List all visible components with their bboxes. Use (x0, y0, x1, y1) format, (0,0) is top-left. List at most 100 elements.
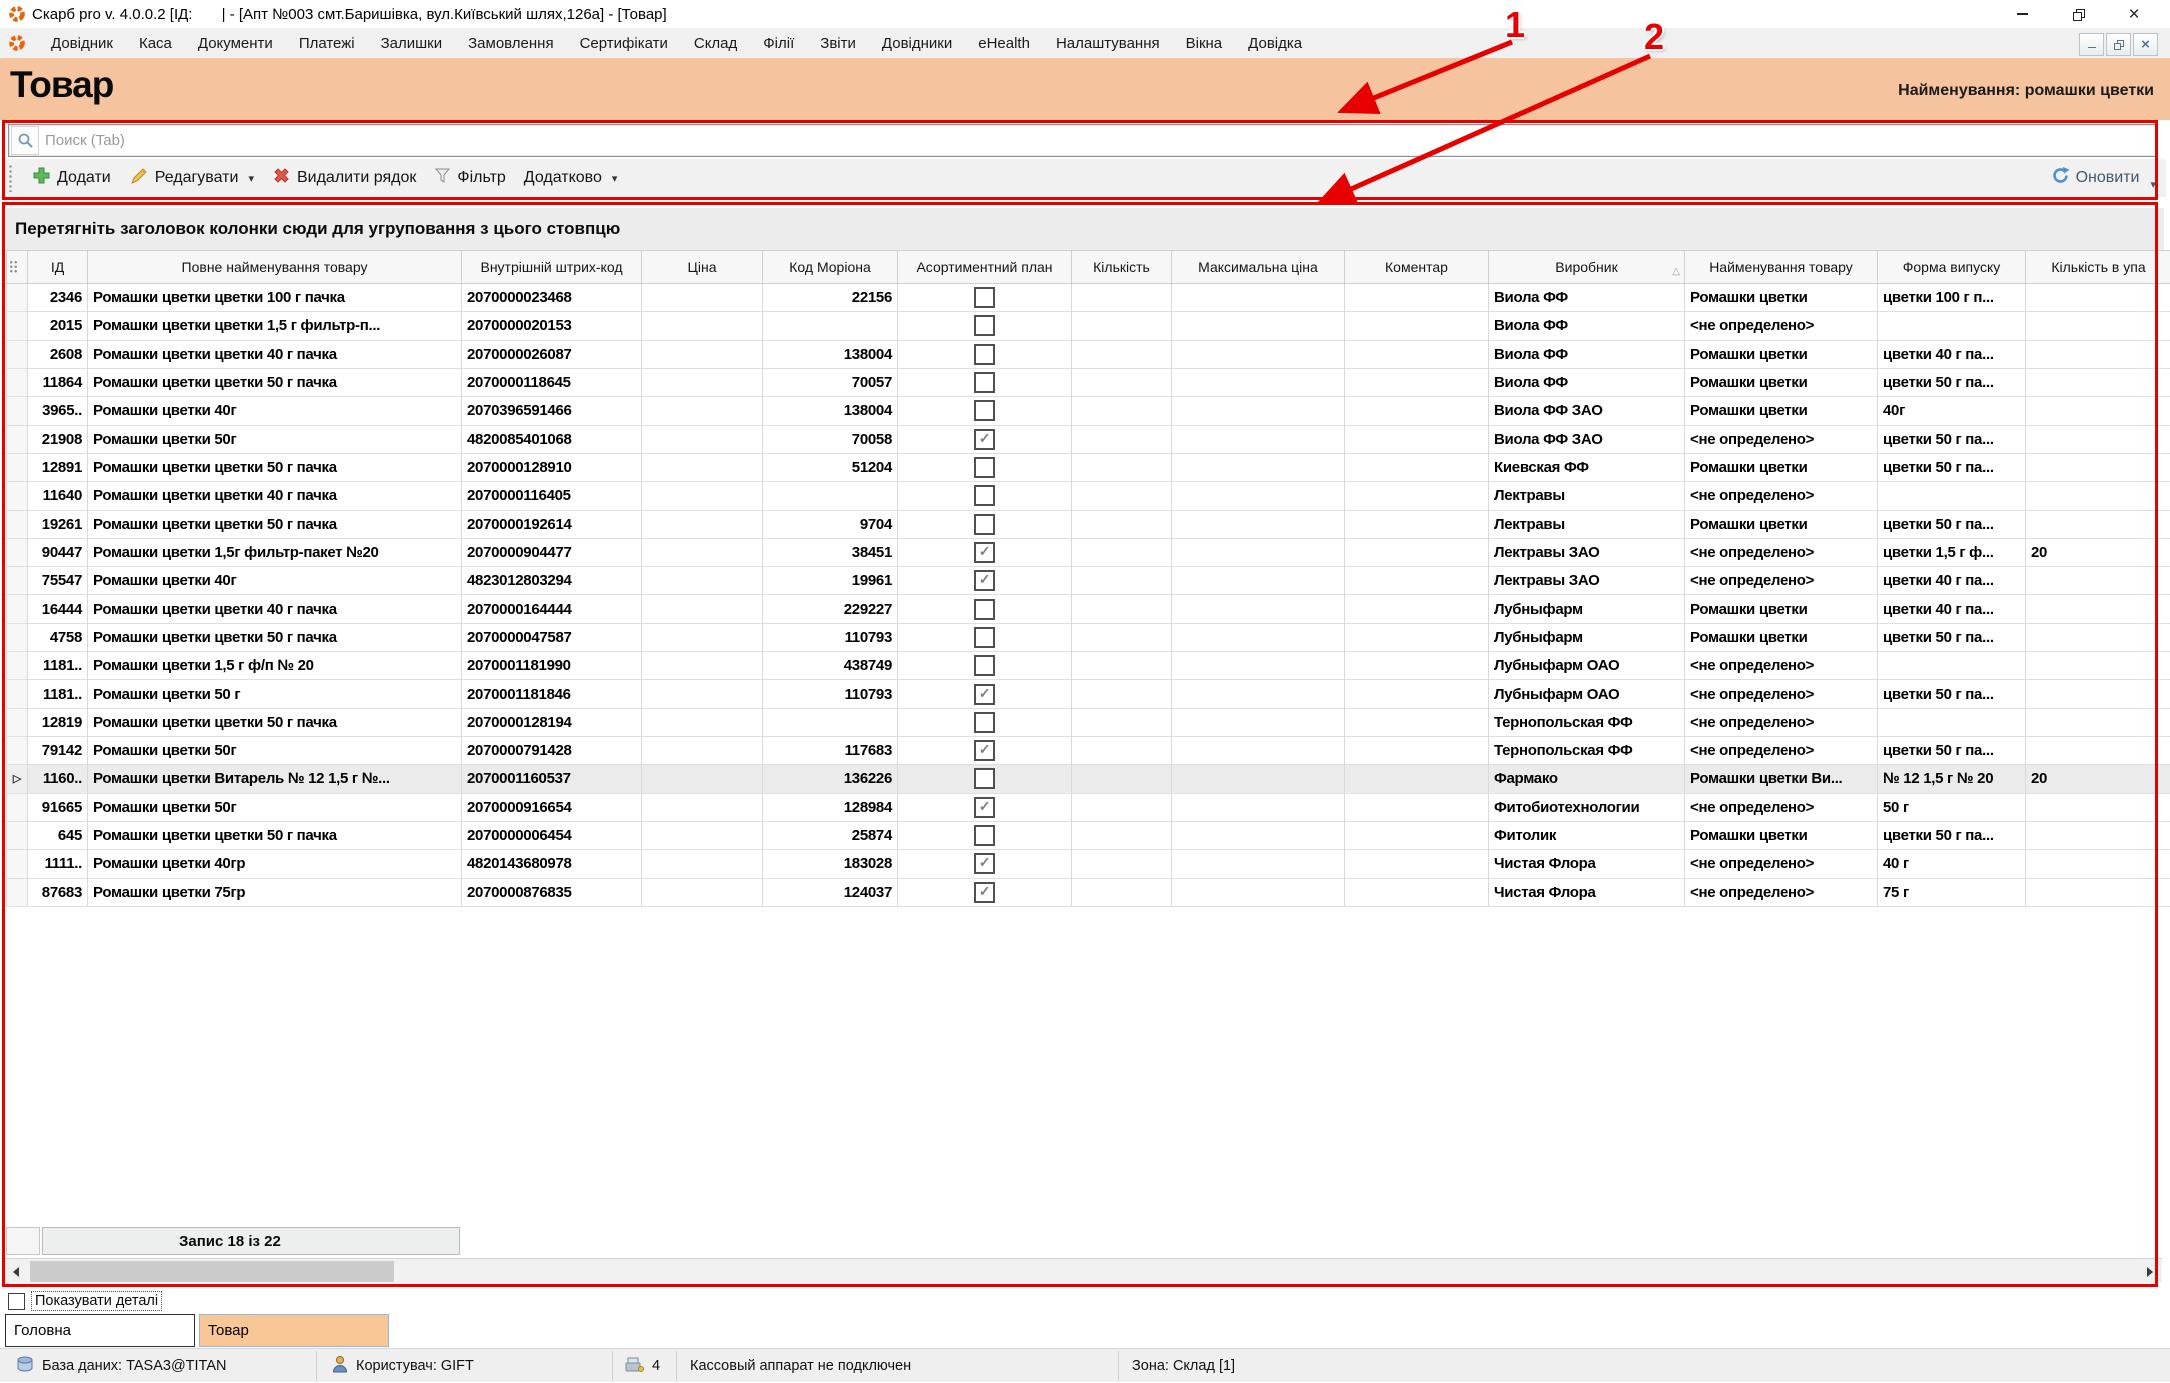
assortment-plan-checkbox[interactable] (974, 768, 995, 789)
menu-item[interactable]: Довідник (38, 35, 126, 52)
assortment-plan-checkbox[interactable] (974, 627, 995, 648)
horizontal-scrollbar[interactable] (4, 1258, 2162, 1283)
column-header[interactable]: Повне найменування товару (88, 250, 462, 284)
assortment-plan-checkbox[interactable] (974, 344, 995, 365)
menu-item[interactable]: Залишки (368, 35, 456, 52)
column-header-label: Виробник (1555, 259, 1617, 275)
table-row[interactable]: 91665Ромашки цветки 50г20700009166541289… (6, 794, 2170, 822)
table-row[interactable]: 12891Ромашки цветки цветки 50 г пачка207… (6, 454, 2170, 482)
search-input[interactable] (39, 125, 2157, 156)
table-row[interactable]: 4758Ромашки цветки цветки 50 г пачка2070… (6, 624, 2170, 652)
table-row[interactable]: 2346Ромашки цветки цветки 100 г пачка207… (6, 284, 2170, 312)
assortment-plan-checkbox[interactable] (974, 457, 995, 478)
assortment-plan-checkbox[interactable] (974, 429, 995, 450)
table-row[interactable]: 1111..Ромашки цветки 40гр482014368097818… (6, 850, 2170, 878)
column-header[interactable]: Внутрішній штрих-код (462, 250, 642, 284)
assortment-plan-checkbox[interactable] (974, 287, 995, 308)
mdi-close-button[interactable]: × (2133, 33, 2158, 56)
scrollbar-thumb[interactable] (30, 1261, 394, 1282)
column-header[interactable]: Форма випуску (1878, 250, 2026, 284)
menu-item[interactable]: eHealth (965, 35, 1043, 52)
table-row[interactable]: 1181..Ромашки цветки 50 г207000118184611… (6, 680, 2170, 708)
assortment-plan-checkbox[interactable] (974, 825, 995, 846)
table-row[interactable]: 2015Ромашки цветки цветки 1,5 г фильтр-п… (6, 312, 2170, 340)
close-button[interactable]: × (2106, 0, 2162, 28)
table-row[interactable]: 3965..Ромашки цветки 40г2070396591466138… (6, 397, 2170, 425)
menu-item[interactable]: Довідка (1235, 35, 1315, 52)
more-button[interactable]: Додатково (515, 165, 627, 191)
table-row[interactable]: 2608Ромашки цветки цветки 40 г пачка2070… (6, 341, 2170, 369)
column-header[interactable]: Найменування товару (1685, 250, 1878, 284)
column-header[interactable]: Ціна (642, 250, 763, 284)
table-row[interactable]: 19261Ромашки цветки цветки 50 г пачка207… (6, 511, 2170, 539)
scroll-left-button[interactable] (4, 1259, 28, 1284)
table-row[interactable]: 645Ромашки цветки цветки 50 г пачка20700… (6, 822, 2170, 850)
assortment-plan-checkbox[interactable] (974, 740, 995, 761)
assortment-plan-checkbox[interactable] (974, 372, 995, 393)
row-indicator (6, 567, 28, 595)
menu-item[interactable]: Довідники (869, 35, 965, 52)
table-row[interactable]: 11864Ромашки цветки цветки 50 г пачка207… (6, 369, 2170, 397)
menu-item[interactable]: Каса (126, 35, 185, 52)
table-row[interactable]: 12819Ромашки цветки цветки 50 г пачка207… (6, 709, 2170, 737)
scroll-right-button[interactable] (2138, 1259, 2162, 1284)
column-header[interactable]: Коментар (1345, 250, 1489, 284)
add-button[interactable]: Додати (23, 162, 120, 194)
show-details-checkbox[interactable] (8, 1293, 25, 1310)
assortment-plan-checkbox[interactable] (974, 684, 995, 705)
tab-home[interactable]: Головна (5, 1314, 195, 1347)
cell-plan (898, 794, 1072, 822)
assortment-plan-checkbox[interactable] (974, 853, 995, 874)
table-row[interactable]: 11640Ромашки цветки цветки 40 г пачка207… (6, 482, 2170, 510)
table-row[interactable]: 79142Ромашки цветки 50г20700007914281176… (6, 737, 2170, 765)
menu-item[interactable]: Платежі (286, 35, 368, 52)
menu-item[interactable]: Замовлення (455, 35, 566, 52)
assortment-plan-checkbox[interactable] (974, 514, 995, 535)
cell-morion: 110793 (763, 680, 898, 708)
menu-item[interactable]: Звіти (807, 35, 869, 52)
refresh-button[interactable]: Оновити (2042, 162, 2149, 194)
column-header[interactable]: Код Моріона (763, 250, 898, 284)
assortment-plan-checkbox[interactable] (974, 599, 995, 620)
table-row[interactable]: 1181..Ромашки цветки 1,5 г ф/п № 2020700… (6, 652, 2170, 680)
filter-button[interactable]: Фільтр (425, 163, 514, 193)
assortment-plan-checkbox[interactable] (974, 315, 995, 336)
assortment-plan-checkbox[interactable] (974, 570, 995, 591)
table-row[interactable]: 16444Ромашки цветки цветки 40 г пачка207… (6, 595, 2170, 623)
mdi-restore-button[interactable] (2106, 33, 2131, 56)
toolbar-overflow-icon[interactable]: ▾ (2150, 178, 2156, 191)
assortment-plan-checkbox[interactable] (974, 712, 995, 733)
menu-item[interactable]: Вікна (1173, 35, 1236, 52)
groupby-drop-zone[interactable]: Перетягніть заголовок колонки сюди для у… (6, 208, 2164, 250)
table-row[interactable]: 21908Ромашки цветки 50г48200854010687005… (6, 426, 2170, 454)
column-header[interactable]: Виробник (1489, 250, 1685, 284)
table-row[interactable]: 90447Ромашки цветки 1,5г фильтр-пакет №2… (6, 539, 2170, 567)
mdi-minimize-button[interactable] (2079, 33, 2104, 56)
restore-button[interactable] (2050, 0, 2106, 28)
menu-item[interactable]: Документи (185, 35, 286, 52)
assortment-plan-checkbox[interactable] (974, 542, 995, 563)
toolbar-grip[interactable] (8, 164, 13, 192)
column-header[interactable]: Асортиментний план (898, 250, 1072, 284)
menu-item[interactable]: Сертифікати (567, 35, 681, 52)
column-header[interactable]: Кількість в упа (2026, 250, 2170, 284)
assortment-plan-checkbox[interactable] (974, 882, 995, 903)
menu-item[interactable]: Налаштування (1043, 35, 1173, 52)
assortment-plan-checkbox[interactable] (974, 655, 995, 676)
table-row[interactable]: 1160..Ромашки цветки Витарель № 12 1,5 г… (6, 765, 2170, 793)
assortment-plan-checkbox[interactable] (974, 400, 995, 421)
column-header[interactable]: Максимальна ціна (1172, 250, 1345, 284)
assortment-plan-checkbox[interactable] (974, 797, 995, 818)
assortment-plan-checkbox[interactable] (974, 485, 995, 506)
menu-item[interactable]: Склад (681, 35, 750, 52)
delete-row-button[interactable]: Видалити рядок (263, 162, 425, 194)
edit-button[interactable]: Редагувати (120, 162, 263, 195)
show-details-toggle[interactable]: Показувати деталі (8, 1289, 162, 1313)
minimize-button[interactable] (1994, 0, 2050, 28)
column-header[interactable]: Кількість (1072, 250, 1172, 284)
table-row[interactable]: 87683Ромашки цветки 75гр2070000876835124… (6, 879, 2170, 907)
menu-item[interactable]: Філії (750, 35, 807, 52)
column-header[interactable]: ІД (28, 250, 88, 284)
table-row[interactable]: 75547Ромашки цветки 40г48230128032941996… (6, 567, 2170, 595)
tab-tovar[interactable]: Товар (199, 1314, 389, 1347)
